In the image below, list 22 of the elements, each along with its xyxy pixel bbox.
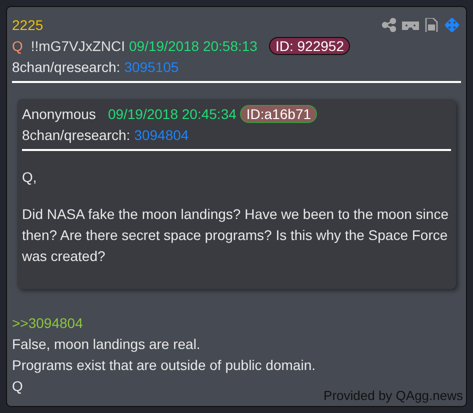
post-text: Did NASA fake the moon landings? Have we been to the moon since then? Are there secret space programs? Is this why the Space Force was created?	[22, 205, 450, 266]
post-link[interactable]: 3094804	[134, 126, 189, 142]
post-timestamp: 09/19/2018 20:45:34	[108, 106, 236, 122]
poster-id: ID:a16b71	[240, 104, 318, 122]
post-text: Programs exist that are outside of public domain.	[12, 356, 316, 375]
share-icon[interactable]	[382, 18, 396, 32]
post-number: 2225	[12, 16, 44, 32]
post-text: False, moon landings are real.	[12, 335, 200, 354]
tripcode: !!mG7VJxZNCI	[30, 38, 126, 54]
author-name: Anonymous	[22, 106, 96, 122]
post-text: Q	[12, 377, 23, 396]
board-label: 8chan/qresearch:	[22, 126, 130, 142]
post-timestamp: 09/19/2018 20:58:13	[129, 38, 258, 54]
author-name: Q	[12, 38, 23, 54]
poster-id: ID: 922952	[269, 36, 350, 54]
post-link[interactable]: 3095105	[124, 58, 179, 74]
post-text: Q,	[22, 168, 38, 187]
credit-text: Provided by QAgg.news	[324, 388, 463, 403]
document-icon[interactable]	[425, 18, 439, 32]
reply-link[interactable]: >>3094804	[12, 313, 461, 334]
board-label: 8chan/qresearch:	[12, 58, 120, 74]
headset-icon[interactable]	[402, 19, 419, 30]
